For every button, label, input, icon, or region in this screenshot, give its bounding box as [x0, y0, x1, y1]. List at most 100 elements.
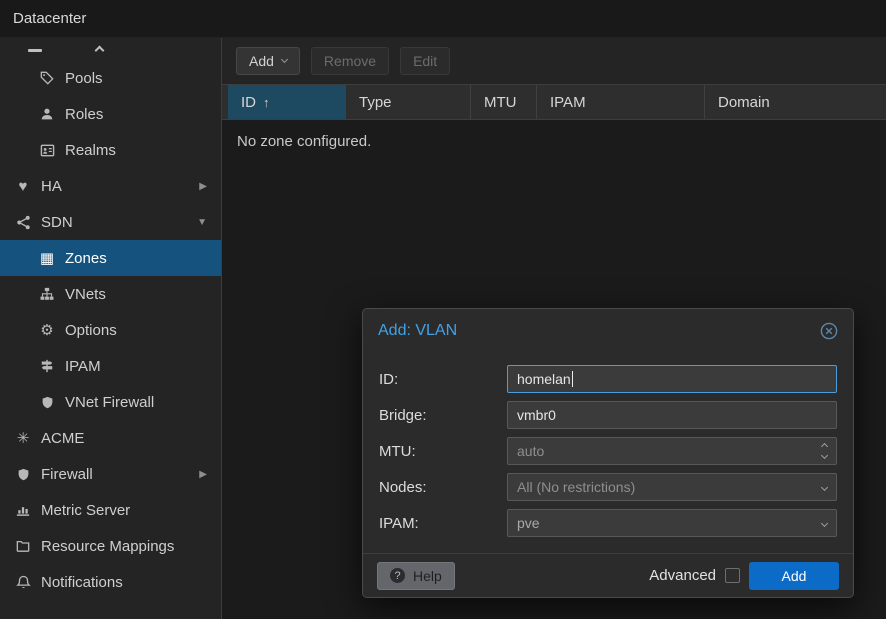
sidebar-item-metric-server[interactable]: Metric Server	[0, 492, 221, 528]
ipam-field-label: IPAM:	[379, 515, 507, 532]
close-icon[interactable]	[820, 322, 838, 340]
nodes-select[interactable]: All (No restrictions)	[507, 473, 837, 501]
id-input-value: homelan	[517, 371, 571, 387]
sidebar-item-notifications[interactable]: Notifications	[0, 564, 221, 600]
shield-icon	[36, 396, 58, 409]
sidebar-item-label: Resource Mappings	[41, 538, 174, 555]
id-field-label: ID:	[379, 371, 507, 388]
user-icon	[36, 107, 58, 121]
column-header-mtu[interactable]: MTU	[471, 85, 537, 119]
advanced-checkbox[interactable]	[725, 568, 740, 583]
sidebar-item-label: ACME	[41, 430, 84, 447]
sidebar-item-label: HA	[41, 178, 62, 195]
chevron-down-icon	[821, 519, 828, 526]
bridge-input-value: vmbr0	[517, 407, 556, 423]
edit-button-label: Edit	[413, 53, 437, 69]
spinner-buttons[interactable]	[822, 444, 827, 458]
sidebar-item-sdn[interactable]: SDN ▼	[0, 204, 221, 240]
remove-button-label: Remove	[324, 53, 376, 69]
heart-icon: ♥	[12, 178, 34, 195]
zones-toolbar: Add Remove Edit	[222, 38, 886, 84]
spinner-down-icon	[821, 452, 828, 459]
field-row-id: ID: homelan	[379, 365, 837, 393]
expand-right-icon[interactable]: ▶	[199, 469, 207, 480]
column-header-ipam[interactable]: IPAM	[537, 85, 705, 119]
ipam-select-value: pve	[517, 515, 540, 531]
sitemap-icon	[36, 287, 58, 301]
dialog-body: ID: homelan Bridge: vmbr0 MTU: auto	[363, 353, 853, 553]
grid-icon: ▦	[36, 249, 58, 267]
footer-actions: Advanced Add	[649, 562, 839, 590]
shield-icon	[12, 468, 34, 481]
add-button[interactable]: Add	[236, 47, 300, 75]
bridge-field-label: Bridge:	[379, 407, 507, 424]
question-circle-icon: ?	[390, 568, 405, 583]
sidebar-item-zones[interactable]: ▦ Zones	[0, 240, 221, 276]
edit-button[interactable]: Edit	[400, 47, 450, 75]
help-button[interactable]: ? Help	[377, 562, 455, 590]
sidebar-item-label: Realms	[65, 142, 116, 159]
dialog-header[interactable]: Add: VLAN	[363, 309, 853, 353]
column-header-id[interactable]: ID ↑	[228, 85, 346, 119]
chevron-down-icon	[821, 483, 828, 490]
column-header-type[interactable]: Type	[346, 85, 471, 119]
sidebar-item-options[interactable]: ⚙ Options	[0, 312, 221, 348]
text-cursor	[572, 371, 573, 387]
bar-chart-icon	[12, 503, 34, 517]
dialog-title: Add: VLAN	[378, 322, 457, 340]
column-label: Domain	[718, 94, 770, 111]
mtu-input-value: auto	[517, 443, 544, 459]
nodes-field-label: Nodes:	[379, 479, 507, 496]
submit-add-label: Add	[782, 568, 807, 584]
bell-icon	[12, 575, 34, 590]
sidebar-item-label: Pools	[65, 70, 103, 87]
network-share-icon	[12, 215, 34, 230]
sidebar-item-label: VNet Firewall	[65, 394, 154, 411]
sidebar-item-realms[interactable]: Realms	[0, 132, 221, 168]
sidebar-item-ha[interactable]: ♥ HA ▶	[0, 168, 221, 204]
sidebar-item-pools[interactable]: Pools	[0, 60, 221, 96]
sidebar-item-label: Notifications	[41, 574, 123, 591]
sidebar-item-vnet-firewall[interactable]: VNet Firewall	[0, 384, 221, 420]
sidebar-item-label: Roles	[65, 106, 103, 123]
column-label: MTU	[484, 94, 517, 111]
sidebar-item-label: VNets	[65, 286, 106, 303]
gear-icon: ⚙	[36, 321, 58, 339]
partial-icon	[28, 49, 42, 52]
sidebar-item-firewall[interactable]: Firewall ▶	[0, 456, 221, 492]
add-vlan-dialog: Add: VLAN ID: homelan Bridge: vmbr0 MTU:	[362, 308, 854, 598]
bridge-input[interactable]: vmbr0	[507, 401, 837, 429]
sidebar-item-resource-mappings[interactable]: Resource Mappings	[0, 528, 221, 564]
sidebar-item-acme[interactable]: ✳ ACME	[0, 420, 221, 456]
map-signs-icon	[36, 359, 58, 373]
spinner-up-icon	[821, 443, 828, 450]
mtu-spinner[interactable]: auto	[507, 437, 837, 465]
top-bar: Datacenter	[0, 0, 886, 38]
sort-asc-icon: ↑	[263, 95, 270, 110]
sidebar-item-roles[interactable]: Roles	[0, 96, 221, 132]
table-header: ID ↑ Type MTU IPAM Domain	[222, 84, 886, 120]
remove-button[interactable]: Remove	[311, 47, 389, 75]
dialog-footer: ? Help Advanced Add	[363, 553, 853, 597]
empty-table-text: No zone configured.	[237, 133, 371, 150]
sidebar-item-label: Options	[65, 322, 117, 339]
add-button-label: Add	[249, 53, 274, 69]
id-input[interactable]: homelan	[507, 365, 837, 393]
collapse-down-icon[interactable]: ▼	[197, 217, 207, 228]
sidebar-item-vnets[interactable]: VNets	[0, 276, 221, 312]
field-row-nodes: Nodes: All (No restrictions)	[379, 473, 837, 501]
folder-icon	[12, 539, 34, 553]
sidebar-item-label: Zones	[65, 250, 107, 267]
column-header-domain[interactable]: Domain	[705, 85, 886, 119]
expand-right-icon[interactable]: ▶	[199, 181, 207, 192]
table-body: No zone configured.	[222, 120, 886, 163]
address-card-icon	[36, 143, 58, 158]
nodes-select-value: All (No restrictions)	[517, 479, 635, 495]
sidebar-item-ipam[interactable]: IPAM	[0, 348, 221, 384]
field-row-ipam: IPAM: pve	[379, 509, 837, 537]
submit-add-button[interactable]: Add	[749, 562, 839, 590]
sidebar-item-label: IPAM	[65, 358, 101, 375]
sidebar-item-partial[interactable]	[0, 38, 221, 60]
ipam-select[interactable]: pve	[507, 509, 837, 537]
page-title: Datacenter	[13, 10, 86, 27]
